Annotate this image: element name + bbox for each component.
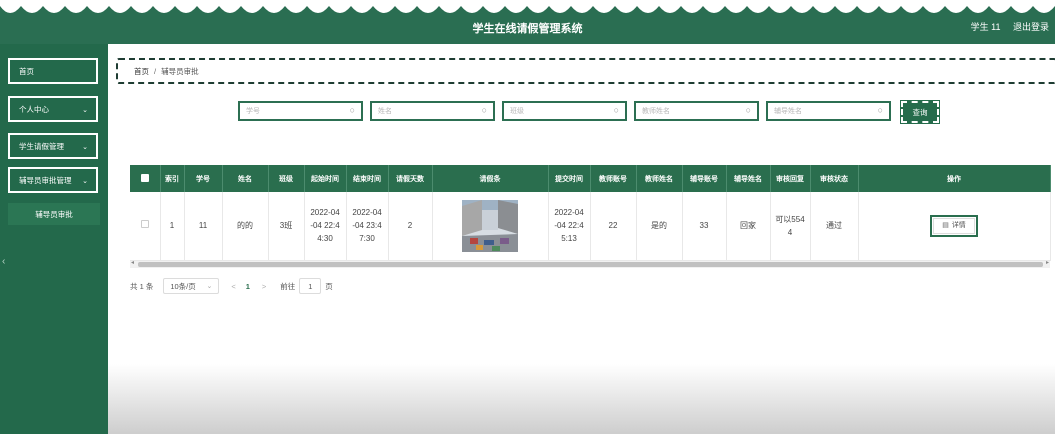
bottom-shadow bbox=[108, 364, 1055, 434]
sidebar-item-counselor-approval-management[interactable]: 辅导员审批管理 ⌄ bbox=[8, 167, 98, 193]
page-size-value: 10条/页 bbox=[170, 281, 196, 291]
chevron-down-icon: ⌄ bbox=[82, 144, 88, 151]
sidebar-item-label: 学生请假管理 bbox=[19, 141, 64, 151]
cell-teacher-name: 是的 bbox=[636, 192, 683, 261]
detail-button[interactable]: ▤ 详情 bbox=[930, 214, 978, 237]
column-header: 结束时间 bbox=[346, 165, 389, 192]
chevron-down-icon: ⌄ bbox=[82, 178, 88, 185]
cell-student-no: 11 bbox=[184, 192, 223, 261]
cell-start-time: 2022-04 -04 22:4 4:30 bbox=[304, 192, 347, 261]
sidebar-item-personal-center[interactable]: 个人中心 ⌄ bbox=[8, 96, 98, 122]
cell-submit-time: 2022-04 -04 22:4 5:13 bbox=[548, 192, 591, 261]
counselor-name-search-input[interactable]: 辅导姓名 ○ bbox=[766, 101, 891, 121]
search-icon: ○ bbox=[613, 105, 619, 115]
cell-class: 3班 bbox=[268, 192, 305, 261]
column-header: 姓名 bbox=[222, 165, 269, 192]
column-header: 辅导账号 bbox=[682, 165, 727, 192]
sidebar-item-label: 个人中心 bbox=[19, 104, 49, 114]
column-header: 教师姓名 bbox=[636, 165, 683, 192]
user-area: 学生 11 退出登录 bbox=[961, 20, 1049, 33]
column-header: 审核状态 bbox=[810, 165, 859, 192]
table-header-row: 索引 学号 姓名 班级 起始时间 结束时间 请假天数 请假条 提交时间 教师账号… bbox=[130, 165, 1051, 192]
cell-counselor-no: 33 bbox=[682, 192, 727, 261]
teacher-name-search-input[interactable]: 教师姓名 ○ bbox=[634, 101, 759, 121]
column-header: 提交时间 bbox=[548, 165, 591, 192]
row-checkbox[interactable] bbox=[130, 192, 161, 261]
approval-table: 索引 学号 姓名 班级 起始时间 结束时间 请假天数 请假条 提交时间 教师账号… bbox=[130, 165, 1051, 261]
table-horizontal-scrollbar[interactable]: ◂ ▸ bbox=[130, 259, 1050, 268]
column-header: 请假天数 bbox=[388, 165, 433, 192]
sidebar-item-leave-management[interactable]: 学生请假管理 ⌄ bbox=[8, 133, 98, 159]
search-icon: ○ bbox=[481, 105, 487, 115]
main-content: 首页 / 辅导员审批 学号 ○ 姓名 ○ 班级 ○ 教师姓名 ○ 辅导姓名 ○ … bbox=[108, 44, 1055, 434]
goto-label: 前往 bbox=[280, 281, 296, 291]
column-header: 学号 bbox=[184, 165, 223, 192]
search-icon: ○ bbox=[745, 105, 751, 115]
sidebar-subitem-counselor-approval[interactable]: 辅导员审批 bbox=[8, 203, 100, 225]
cell-name: 的的 bbox=[222, 192, 269, 261]
cell-end-time: 2022-04 -04 23:4 7:30 bbox=[346, 192, 389, 261]
top-header: 学生在线请假管理系统 学生 11 退出登录 bbox=[0, 0, 1055, 44]
next-page-button[interactable]: > bbox=[262, 282, 266, 291]
search-icon: ○ bbox=[349, 105, 355, 115]
pagination: 共 1 条 10条/页 ⌄ < 1 > 前往 1 页 bbox=[130, 278, 333, 294]
column-header: 辅导姓名 bbox=[726, 165, 771, 192]
breadcrumb: 首页 / 辅导员审批 bbox=[116, 58, 1055, 84]
cell-index: 1 bbox=[160, 192, 185, 261]
search-placeholder: 学号 bbox=[246, 108, 260, 115]
cell-teacher-no: 22 bbox=[590, 192, 637, 261]
cell-review-status: 通过 bbox=[810, 192, 859, 261]
class-search-input[interactable]: 班级 ○ bbox=[502, 101, 627, 121]
chevron-down-icon: ⌄ bbox=[206, 283, 213, 290]
cell-review-reply: 可以554 4 bbox=[770, 192, 811, 261]
breadcrumb-separator: / bbox=[154, 66, 157, 76]
cell-days: 2 bbox=[388, 192, 433, 261]
query-button[interactable]: 查询 bbox=[900, 100, 940, 124]
document-icon: ▤ bbox=[942, 222, 949, 230]
sidebar-item-label: 首页 bbox=[19, 66, 34, 76]
chevron-down-icon: ⌄ bbox=[82, 107, 88, 114]
name-search-input[interactable]: 姓名 ○ bbox=[370, 101, 495, 121]
goto-unit: 页 bbox=[325, 281, 333, 291]
goto-page-input[interactable]: 1 bbox=[299, 278, 322, 294]
column-header: 索引 bbox=[160, 165, 185, 192]
cell-actions: ▤ 详情 bbox=[858, 192, 1051, 261]
leave-note-photo[interactable] bbox=[462, 199, 518, 252]
sidebar: 首页 个人中心 ⌄ 学生请假管理 ⌄ 辅导员审批管理 ⌄ 辅导员审批 ‹ bbox=[0, 44, 108, 434]
sidebar-item-home[interactable]: 首页 bbox=[8, 58, 98, 84]
sidebar-collapse-arrow-icon[interactable]: ‹ bbox=[2, 256, 5, 267]
page-number-current[interactable]: 1 bbox=[246, 282, 250, 291]
student-no-search-input[interactable]: 学号 ○ bbox=[238, 101, 363, 121]
user-name: 学生 11 bbox=[970, 22, 1001, 32]
detail-button-label: 详情 bbox=[951, 222, 966, 230]
sidebar-item-label: 辅导员审批管理 bbox=[19, 175, 72, 185]
search-placeholder: 班级 bbox=[510, 108, 524, 115]
search-placeholder: 姓名 bbox=[378, 108, 392, 115]
select-all-checkbox[interactable] bbox=[130, 165, 161, 192]
search-placeholder: 教师姓名 bbox=[642, 108, 670, 115]
breadcrumb-current: 辅导员审批 bbox=[161, 66, 199, 76]
logout-link[interactable]: 退出登录 bbox=[1013, 22, 1049, 32]
search-placeholder: 辅导姓名 bbox=[774, 108, 802, 115]
breadcrumb-home[interactable]: 首页 bbox=[134, 66, 149, 77]
app-title: 学生在线请假管理系统 bbox=[472, 23, 583, 35]
scroll-right-arrow-icon[interactable]: ▸ bbox=[1046, 259, 1049, 266]
scroll-left-arrow-icon[interactable]: ◂ bbox=[131, 259, 134, 266]
cell-counselor-name: 回家 bbox=[726, 192, 771, 261]
column-header: 起始时间 bbox=[304, 165, 347, 192]
column-header: 教师账号 bbox=[590, 165, 637, 192]
prev-page-button[interactable]: < bbox=[231, 282, 235, 291]
column-header: 班级 bbox=[268, 165, 305, 192]
table-row: 1 11 的的 3班 2022-04 -04 22:4 4:30 2022-04… bbox=[130, 192, 1051, 261]
column-header: 审核回复 bbox=[770, 165, 811, 192]
scrollbar-thumb[interactable] bbox=[138, 262, 1043, 267]
page-size-select[interactable]: 10条/页 ⌄ bbox=[163, 278, 220, 294]
total-count: 共 1 条 bbox=[130, 281, 154, 291]
search-icon: ○ bbox=[877, 105, 883, 115]
cell-leave-note-image[interactable] bbox=[432, 192, 549, 261]
column-header: 操作 bbox=[858, 165, 1051, 192]
column-header: 请假条 bbox=[432, 165, 549, 192]
